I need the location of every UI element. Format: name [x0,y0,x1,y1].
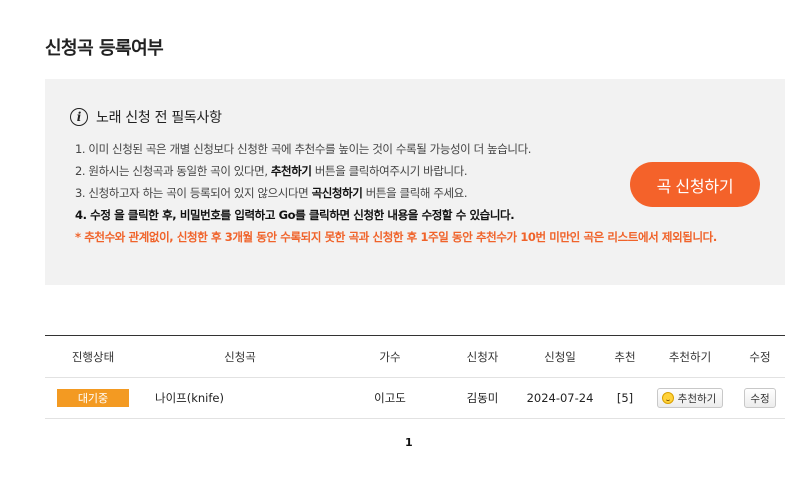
recommend-button[interactable]: 추천하기 [656,388,724,408]
header-requester: 신청자 [466,349,499,364]
notice-item-4: 4. 수정 을 클릭한 후, 비밀번호를 입력하고 Go를 클릭하면 신청한 내… [75,208,515,222]
page-title: 신청곡 등록여부 [45,38,164,59]
header-date: 신청일 [544,349,576,364]
page-link-current[interactable]: 1 [405,436,413,449]
status-badge: 대기중 [57,389,129,407]
notice-item-2: 2. 원하시는 신청곡과 동일한 곡이 있다면, 추천하기 버튼을 클릭하여주시… [75,162,717,184]
notice-title: 노래 신청 전 필독사항 [96,110,222,126]
notice-item-2-post: 버튼을 클릭하여주시기 바랍니다. [311,164,468,178]
table-row: 대기중 나이프(knife) 이고도 김동미 2024-07-24 [5] 추천… [45,378,785,419]
requester-name: 김동미 [466,391,499,405]
header-recommend-action: 추천하기 [668,349,712,364]
pagination: 1 [405,436,413,449]
notice-list: 1. 이미 신청된 곡은 개별 신청보다 신청한 곡에 추천수를 높이는 것이 … [75,140,717,250]
edit-button[interactable]: 수정 [744,388,776,408]
artist-name: 이고도 [374,391,406,405]
header-status: 진행상태 [71,349,115,364]
header-song: 신청곡 [224,349,256,364]
notice-item-2-pre: 2. 원하시는 신청곡과 동일한 곡이 있다면, [75,164,271,178]
song-title: 나이프(knife) [155,391,224,405]
notice-item-3-bold: 곡신청하기 [311,186,363,200]
notice-item-3-pre: 3. 신청하고자 하는 곡이 등록되어 있지 않으시다면 [75,186,312,200]
notice-item-3: 3. 신청하고자 하는 곡이 등록되어 있지 않으시다면 곡신청하기 버튼을 클… [75,184,717,206]
notice-item-3-post: 버튼을 클릭해 주세요. [362,186,468,200]
header-artist: 가수 [379,349,401,364]
info-icon: i [70,108,88,126]
request-date: 2024-07-24 [526,391,594,405]
request-song-button[interactable]: 곡 신청하기 [630,162,760,207]
notice-header: i 노래 신청 전 필독사항 [70,107,222,127]
notice-warning: * 추천수와 관계없이, 신청한 후 3개월 동안 수록되지 못한 곡과 신청한… [75,230,717,244]
notice-item-2-bold: 추천하기 [270,164,312,178]
request-table: 진행상태 신청곡 가수 신청자 신청일 추천 추천하기 수정 대기중 나이프(k… [45,335,785,419]
recommend-count: [5] [616,391,634,405]
notice-item-1: 1. 이미 신청된 곡은 개별 신청보다 신청한 곡에 추천수를 높이는 것이 … [75,142,532,156]
header-edit: 수정 [749,349,771,364]
header-recommend: 추천 [614,349,636,364]
smile-icon [661,392,674,404]
table-header-row: 진행상태 신청곡 가수 신청자 신청일 추천 추천하기 수정 [45,336,785,378]
recommend-button-label: 추천하기 [677,392,717,405]
